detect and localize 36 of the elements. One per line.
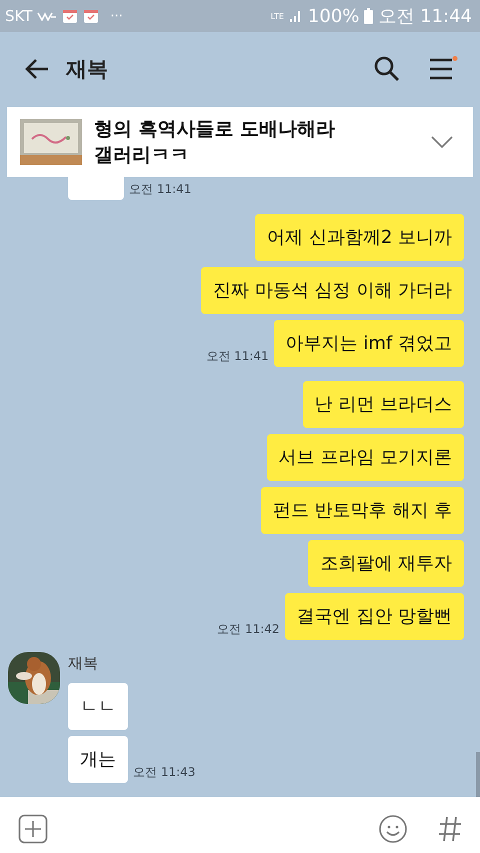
message-bubble[interactable]: 개는 [68,736,128,783]
message-time: 오전 11:41 [206,348,269,365]
hashtag-icon[interactable] [438,814,462,842]
emoji-icon[interactable] [378,814,408,844]
battery-icon [364,8,374,24]
message-bubble[interactable]: 진짜 마동석 심정 이해 가더라 [201,267,464,314]
chevron-down-icon[interactable] [431,136,453,148]
carrier-label: SKT [5,7,32,25]
message-bubble[interactable]: 아부지는 imf 겪었고 [274,320,464,367]
network-label: LTE [270,12,284,20]
calendar-icon [83,8,100,24]
notice-banner[interactable]: 형의 흑역사들로 도배나해라 갤러리ㅋㅋ [7,107,473,177]
scrollbar[interactable] [476,752,480,797]
sender-name: 재복 [68,654,99,673]
message-time: 오전 11:43 [133,764,196,781]
message-bubble[interactable]: 서브 프라임 모기지론 [266,434,464,481]
calendar-icon [62,8,78,24]
message-bubble[interactable]: 조희팔에 재투자 [308,540,464,587]
search-icon[interactable] [374,56,400,82]
plus-icon[interactable] [18,814,48,844]
message-bubble[interactable]: 난 리먼 브라더스 [302,381,464,428]
more-notifications: ··· [110,8,123,24]
message-time: 오전 11:41 [129,181,192,198]
message-time: 오전 11:42 [217,621,280,638]
message-bubble[interactable]: 어제 신과함께2 보니까 [255,214,464,261]
menu-icon[interactable] [428,56,458,82]
notice-text: 형의 흑역사들로 도배나해라 갤러리ㅋㅋ [94,117,336,168]
battery-percent: 100% [308,6,360,26]
message-bubble[interactable]: 결국엔 집안 망할뻔 [284,593,464,640]
chat-title: 재복 [66,56,108,82]
message-bubble[interactable]: ㄴㄴ [68,683,128,730]
back-arrow-icon[interactable] [24,58,50,80]
message-bubble[interactable]: 펀드 반토막후 해지 후 [260,487,464,534]
clock: 오전 11:44 [378,5,472,28]
wifi-call-icon [37,11,58,21]
signal-icon [288,9,303,23]
